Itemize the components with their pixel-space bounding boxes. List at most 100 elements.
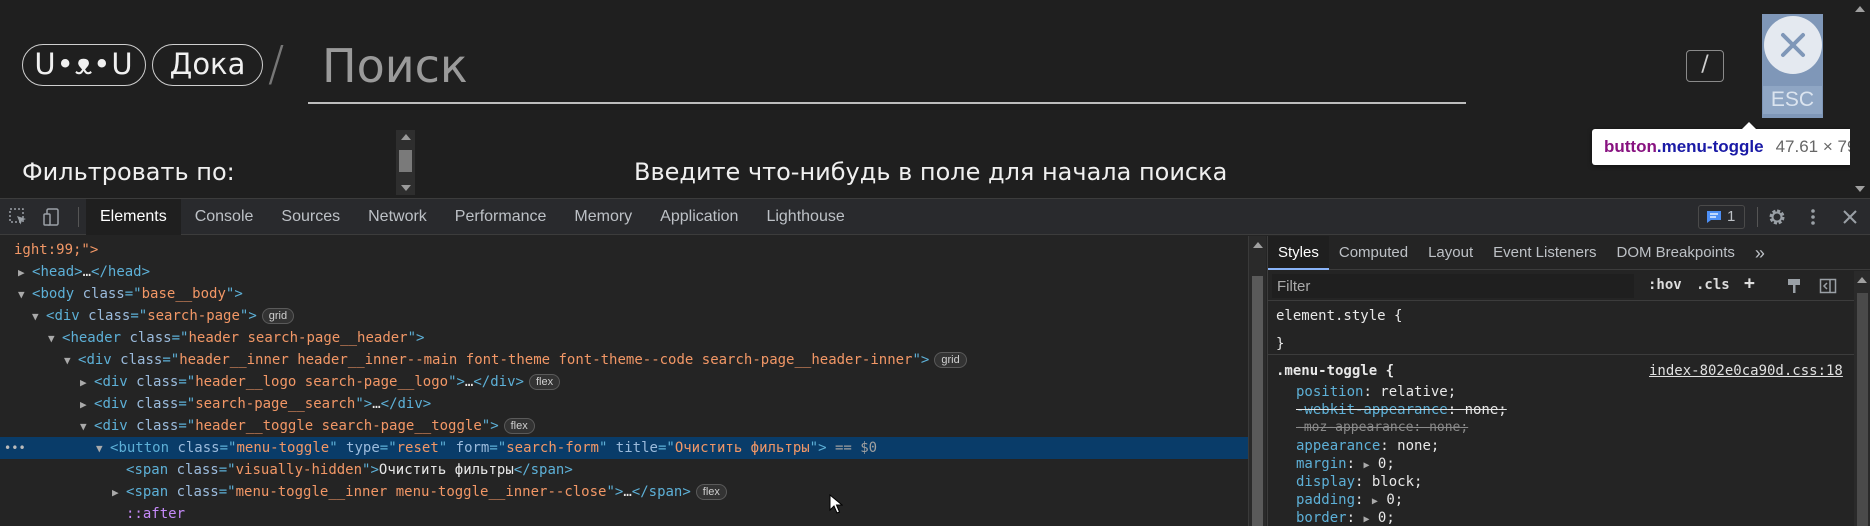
expand-triangle-icon[interactable]: ▶ — [112, 482, 126, 504]
element-style-selector[interactable]: element.style { — [1276, 308, 1402, 324]
css-declaration[interactable]: display: block; — [1296, 474, 1422, 490]
inspect-element-icon[interactable] — [8, 207, 28, 227]
collapse-triangle-icon[interactable]: ▼ — [80, 416, 94, 438]
styles-scrollbar[interactable] — [1854, 271, 1870, 526]
dom-line-hidden-span[interactable]: <span class="visually-hidden">Очистить ф… — [0, 459, 1248, 481]
collapse-triangle-icon[interactable]: ▼ — [48, 328, 62, 350]
css-declaration[interactable]: margin: ▶ 0; — [1296, 456, 1395, 472]
dom-line-header[interactable]: ▼ <header class="header search-page__head… — [0, 327, 1248, 349]
tab-sources[interactable]: Sources — [267, 199, 354, 235]
dom-line-header-inner[interactable]: ▼ <div class="header__inner header__inner… — [0, 349, 1248, 371]
tab-event-listeners[interactable]: Event Listeners — [1483, 236, 1606, 270]
more-options-icon[interactable] — [1803, 207, 1823, 227]
dom-line-header-logo[interactable]: ▶ <div class="header__logo search-page__l… — [0, 371, 1248, 393]
sidebar-toggle-icon[interactable] — [1819, 277, 1837, 295]
page-scrollbar[interactable] — [1850, 0, 1870, 198]
node-actions-icon[interactable]: ••• — [4, 437, 26, 459]
css-value[interactable]: 0 — [1378, 510, 1386, 526]
expand-shorthand-icon[interactable]: ▶ — [1363, 514, 1369, 525]
dom-line-body[interactable]: ▼ <body class="base__body"> — [0, 283, 1248, 305]
css-value[interactable]: 0 — [1378, 456, 1386, 472]
css-property[interactable]: border — [1296, 510, 1347, 526]
hov-toggle[interactable]: :hov — [1648, 277, 1682, 293]
dom-line-header-toggle[interactable]: ▼ <div class="header__toggle search-page_… — [0, 415, 1248, 437]
css-property[interactable]: -moz-appearance — [1296, 420, 1413, 435]
css-declaration-invalid[interactable]: -moz-appearance: none; — [1296, 420, 1468, 435]
collapsed-ellipsis[interactable]: … — [372, 396, 380, 412]
grid-badge[interactable]: grid — [261, 308, 295, 324]
css-value[interactable]: block — [1372, 474, 1414, 490]
scroll-thumb[interactable] — [1857, 293, 1868, 526]
expand-shorthand-icon[interactable]: ▶ — [1372, 496, 1378, 507]
css-value[interactable]: relative — [1380, 384, 1447, 400]
styles-filter-input[interactable] — [1272, 274, 1634, 298]
css-property[interactable]: margin — [1296, 456, 1347, 472]
tab-elements[interactable]: Elements — [86, 199, 181, 235]
breadcrumb-doka-link[interactable]: Дока — [152, 44, 263, 86]
scroll-up-arrow-icon[interactable] — [1857, 277, 1867, 283]
css-value[interactable]: none — [1397, 438, 1431, 454]
logo-link[interactable]: U•ᴥ•U — [22, 44, 146, 86]
search-input[interactable] — [308, 30, 1466, 104]
expand-triangle-icon[interactable]: ▶ — [80, 372, 94, 394]
tab-network[interactable]: Network — [354, 199, 441, 235]
more-tabs-chevron-icon[interactable]: » — [1745, 236, 1775, 270]
gear-icon[interactable] — [1767, 207, 1787, 227]
collapse-triangle-icon[interactable]: ▼ — [32, 306, 46, 328]
scroll-down-arrow-icon[interactable] — [1855, 186, 1865, 192]
stylesheet-source-link[interactable]: index-802e0ca90d.css:18 — [1649, 363, 1843, 379]
dom-line-search-section[interactable]: ▶ <div class="search-page__search">…</div… — [0, 393, 1248, 415]
close-devtools-icon[interactable] — [1840, 207, 1860, 227]
grid-badge[interactable]: grid — [934, 352, 967, 368]
css-value[interactable]: none — [1465, 402, 1499, 418]
dom-line-head[interactable]: ▶ <head>…</head> — [0, 261, 1248, 283]
expand-shorthand-icon[interactable]: ▶ — [1363, 460, 1369, 471]
tab-computed[interactable]: Computed — [1329, 236, 1418, 270]
expand-triangle-icon[interactable]: ▶ — [18, 262, 32, 284]
paint-brush-icon[interactable] — [1785, 277, 1803, 295]
css-property[interactable]: appearance — [1296, 438, 1380, 454]
tab-application[interactable]: Application — [646, 199, 752, 235]
dom-line-truncated[interactable]: ight:99;"> — [0, 239, 1248, 261]
flex-badge[interactable]: flex — [503, 418, 535, 434]
scroll-down-arrow-icon[interactable] — [401, 185, 411, 191]
tab-lighthouse[interactable]: Lighthouse — [752, 199, 858, 235]
css-declaration[interactable]: position: relative; — [1296, 384, 1456, 400]
rule-selector[interactable]: .menu-toggle { — [1276, 363, 1394, 379]
issues-button[interactable]: 1 — [1698, 205, 1745, 229]
tab-dom-breakpoints[interactable]: DOM Breakpoints — [1607, 236, 1745, 270]
menu-toggle-button[interactable]: ESC — [1762, 14, 1823, 118]
close-button-circle[interactable] — [1764, 16, 1822, 74]
scroll-up-arrow-icon[interactable] — [401, 134, 411, 140]
filter-scrollbar[interactable] — [396, 130, 415, 195]
tab-styles[interactable]: Styles — [1268, 236, 1329, 270]
flex-badge[interactable]: flex — [528, 374, 561, 390]
tab-memory[interactable]: Memory — [560, 199, 646, 235]
css-property[interactable]: -webkit-appearance — [1296, 402, 1448, 418]
css-property[interactable]: display — [1296, 474, 1355, 490]
css-property[interactable]: position — [1296, 384, 1363, 400]
cls-toggle[interactable]: .cls — [1696, 277, 1730, 293]
tab-performance[interactable]: Performance — [441, 199, 561, 235]
css-value[interactable]: 0 — [1386, 492, 1394, 508]
tab-console[interactable]: Console — [181, 199, 268, 235]
scroll-up-arrow-icon[interactable] — [1855, 6, 1865, 12]
flex-badge[interactable]: flex — [695, 484, 727, 500]
elements-scrollbar[interactable] — [1248, 236, 1266, 526]
collapse-triangle-icon[interactable]: ▼ — [64, 350, 78, 372]
collapse-triangle-icon[interactable]: ▼ — [18, 284, 32, 306]
dom-line-after[interactable]: ::after — [0, 503, 1248, 525]
css-declaration[interactable]: padding: ▶ 0; — [1296, 492, 1403, 508]
device-toggle-icon[interactable] — [42, 207, 62, 227]
css-declaration[interactable]: appearance: none; — [1296, 438, 1439, 454]
expand-triangle-icon[interactable]: ▶ — [80, 394, 94, 416]
dom-line-search-page[interactable]: ▼ <div class="search-page"> grid — [0, 305, 1248, 327]
css-declaration[interactable]: border: ▶ 0; — [1296, 510, 1395, 526]
scroll-thumb[interactable] — [399, 150, 412, 172]
css-value[interactable]: none — [1429, 420, 1460, 435]
dom-line-inner-span[interactable]: ▶ <span class="menu-toggle__inner menu-to… — [0, 481, 1248, 503]
elements-tree[interactable]: ight:99;"> ▶ <head>…</head> ▼ <body class=… — [0, 236, 1248, 526]
scroll-thumb[interactable] — [1252, 276, 1263, 526]
collapsed-ellipsis[interactable]: … — [83, 264, 91, 280]
new-rule-plus-icon[interactable]: + — [1744, 273, 1755, 294]
